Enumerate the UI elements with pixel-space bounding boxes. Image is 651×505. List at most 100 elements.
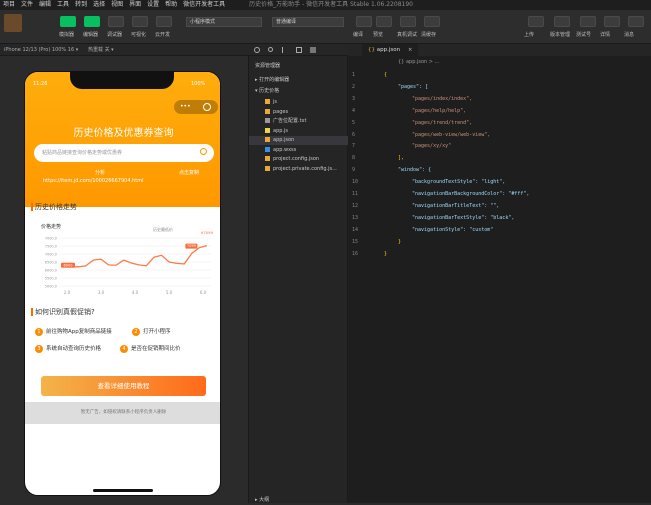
code-line: "pages/index/index", — [412, 95, 473, 102]
toolbar: 模拟器 编辑器 调试器 可视化 云开发 小程序模式 普通编译 编译 预览 真机调试 清缓存 上… — [0, 10, 651, 44]
step-text: 系统自动查询历史价格 — [46, 346, 102, 352]
toolbar-mid-button-3[interactable] — [424, 16, 440, 27]
toolbar-right-button-0[interactable] — [528, 16, 544, 27]
more-icon[interactable]: ••• — [180, 103, 191, 110]
footer-notice: 暂无广告，如侵权请联系小程序负责人删除 — [25, 402, 220, 424]
file-item[interactable]: project.private.config.js... — [249, 165, 349, 174]
open-editors-label: 打开的编辑器 — [259, 77, 290, 83]
toolbar-mid-button-2[interactable] — [400, 16, 416, 27]
line-number: 11 — [352, 191, 359, 197]
file-item[interactable]: 广告位配置.txt — [249, 117, 349, 126]
menu-item-9[interactable]: 帮助 — [165, 0, 177, 10]
file-icon — [265, 118, 270, 123]
menu-item-5[interactable]: 选择 — [93, 0, 105, 10]
menu-item-8[interactable]: 设置 — [147, 0, 159, 10]
file-icon — [265, 156, 270, 161]
toolbar-mid-button-1[interactable] — [376, 16, 392, 27]
compile-select[interactable]: 普通编译 — [272, 17, 344, 27]
search-input[interactable]: 粘贴商品链接查询价格走势或优惠券 — [34, 144, 214, 162]
extensions-icon[interactable] — [310, 47, 316, 53]
step-number: 2 — [132, 328, 140, 336]
toolbar-button-4[interactable] — [156, 16, 172, 27]
mode-select[interactable]: 小程序模式 — [186, 17, 262, 27]
menu-item-4[interactable]: 转到 — [75, 0, 87, 10]
toolbar-right-button-3[interactable] — [604, 16, 620, 27]
outline-section[interactable]: ▸ 大纲 — [255, 496, 355, 505]
menu-bar: 项目 文件 编辑 工具 转到 选择 视图 界面 设置 帮助 微信开发者工具 历史价格_万能助手 - 微… — [0, 0, 651, 10]
files-icon[interactable] — [254, 47, 260, 53]
toolbar-button-3[interactable] — [132, 16, 148, 27]
toolbar-button-label: 可视化 — [131, 32, 147, 38]
line-number: 16 — [352, 250, 359, 257]
toolbar-button-2[interactable] — [108, 16, 124, 27]
json-file-icon: {} — [368, 47, 377, 53]
toolbar-button-0[interactable] — [60, 16, 76, 27]
low-price-label: 6000 — [64, 263, 73, 267]
section-marker — [31, 308, 33, 316]
menu-item-2[interactable]: 编辑 — [39, 0, 51, 10]
x-tick-label: 3.0 — [98, 290, 105, 295]
header-bg — [25, 72, 220, 207]
search-icon[interactable] — [268, 47, 273, 52]
file-item[interactable]: pages — [249, 108, 349, 117]
close-circle-icon[interactable] — [203, 103, 211, 111]
toolbar-right-button-1[interactable] — [554, 16, 570, 27]
file-explorer: 资源管理器 ▸ 打开的编辑器 ▾ 历史价格 js pages 广告位配置.txt ap… — [248, 56, 349, 503]
file-item[interactable]: app.json — [249, 136, 349, 145]
menu-item-10[interactable]: 微信开发者工具 — [183, 0, 225, 10]
file-item[interactable]: app.js — [249, 127, 349, 136]
x-tick-label: 4.0 — [132, 290, 139, 295]
branch-icon[interactable] — [282, 47, 287, 53]
step-number: 4 — [120, 345, 128, 353]
code-line: "pages/trend/trend", — [412, 119, 473, 126]
status-time: 11:26 — [33, 81, 48, 87]
code-editor[interactable] — [348, 56, 651, 503]
debug-icon[interactable] — [296, 47, 302, 53]
explorer-header: 资源管理器 — [255, 63, 281, 69]
editor-tabs: {} app.json × — [348, 44, 651, 56]
y-tick-label: 7000.0 — [45, 253, 57, 257]
file-item[interactable]: app.wxss — [249, 146, 349, 155]
toolbar-right-button-4[interactable] — [628, 16, 644, 27]
open-editors-section[interactable]: ▸ 打开的编辑器 — [255, 76, 355, 85]
file-icon — [265, 146, 270, 152]
code-line: "pages/help/help", — [412, 107, 467, 114]
toolbar-right-button-2[interactable] — [580, 16, 596, 27]
price-chart: 7000.0 7500.0 7000.0 6500.0 6000.0 5500.0 5000… — [45, 230, 214, 295]
file-name: project.config.json — [273, 156, 320, 162]
tab-app-json[interactable]: {} app.json × — [362, 44, 419, 56]
menu-item-7[interactable]: 界面 — [129, 0, 141, 10]
avatar[interactable] — [4, 14, 22, 32]
toolbar-right-label: 详情 — [600, 32, 611, 38]
toolbar-button-1[interactable] — [84, 16, 100, 27]
toolbar-mid-button-0[interactable] — [356, 16, 372, 27]
device-select[interactable]: iPhone 12/13 (Pro) 100% 16 ▾ — [4, 44, 78, 56]
toolbar-mid-label: 编译 — [353, 32, 364, 38]
file-item[interactable]: js — [249, 98, 349, 107]
search-icon[interactable] — [200, 148, 207, 155]
toolbar-right-label: 上传 — [524, 32, 535, 38]
tutorial-button[interactable]: 查看详细使用教程 — [41, 376, 206, 396]
share-link: https://item.jd.com/100026667904.html — [43, 178, 144, 184]
menu-item-0[interactable]: 项目 — [3, 0, 15, 10]
menu-item-1[interactable]: 文件 — [21, 0, 33, 10]
project-root[interactable]: ▾ 历史价格 — [255, 87, 355, 96]
close-icon[interactable]: × — [408, 47, 413, 53]
file-name: js — [273, 99, 277, 105]
code-line: { — [384, 72, 388, 78]
hot-reload-select[interactable]: 热重载 关 ▾ — [88, 44, 114, 56]
copy-link-button[interactable]: 点击复制 — [179, 169, 199, 176]
max-price-label: ¥7099 — [201, 230, 214, 235]
file-name: app.wxss — [273, 146, 297, 153]
file-icon — [265, 137, 270, 142]
x-tick-label: 5.0 — [166, 290, 173, 295]
toolbar-right-label: 版本管理 — [550, 32, 571, 38]
menu-item-6[interactable]: 视图 — [111, 0, 123, 10]
file-name: 广告位配置.txt — [273, 118, 307, 124]
file-item[interactable]: project.config.json — [249, 155, 349, 164]
file-name: pages — [273, 108, 289, 115]
line-number: 3 — [352, 95, 356, 102]
capsule-menu[interactable]: ••• — [174, 100, 218, 114]
menu-item-3[interactable]: 工具 — [57, 0, 69, 10]
code-line: "navigationStyle": "custom" — [412, 226, 494, 233]
